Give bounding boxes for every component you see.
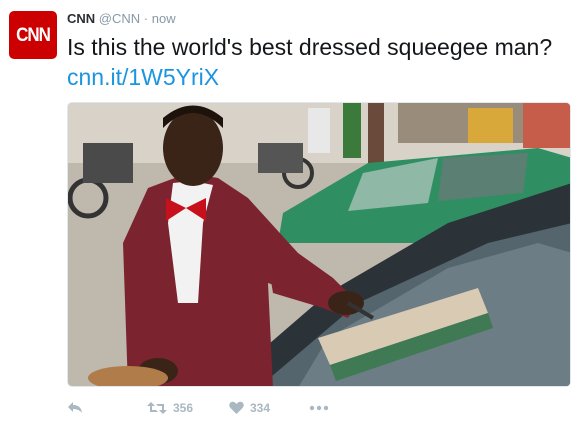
tweet-text: Is this the world's best dressed squeege… xyxy=(67,32,572,92)
account-name[interactable]: CNN xyxy=(67,11,95,26)
tweet-card: CNN CNN @CNN · now Is this the world's b… xyxy=(0,0,579,432)
header-separator: · xyxy=(143,11,149,26)
reply-button[interactable] xyxy=(67,401,147,415)
photo-illustration xyxy=(68,103,570,386)
avatar-logo-text: CNN xyxy=(16,23,51,46)
tweet-photo[interactable] xyxy=(67,102,571,387)
tweet-timestamp[interactable]: now xyxy=(152,11,176,26)
tweet-body: Is this the world's best dressed squeege… xyxy=(67,34,553,60)
more-button[interactable] xyxy=(309,405,339,411)
avatar[interactable]: CNN xyxy=(9,11,57,59)
reply-icon xyxy=(68,402,82,413)
heart-icon xyxy=(229,401,244,414)
like-count: 334 xyxy=(250,401,271,415)
tweet-header: CNN @CNN · now xyxy=(67,11,176,27)
retweet-button[interactable]: 356 xyxy=(147,401,229,415)
retweet-count: 356 xyxy=(173,401,194,415)
tweet-actions: 356 334 xyxy=(67,398,339,418)
like-button[interactable]: 334 xyxy=(229,401,309,415)
tweet-link[interactable]: cnn.it/1W5YriX xyxy=(67,64,219,90)
account-handle[interactable]: @CNN xyxy=(99,11,140,26)
more-icon xyxy=(309,405,329,411)
retweet-icon xyxy=(147,402,167,414)
